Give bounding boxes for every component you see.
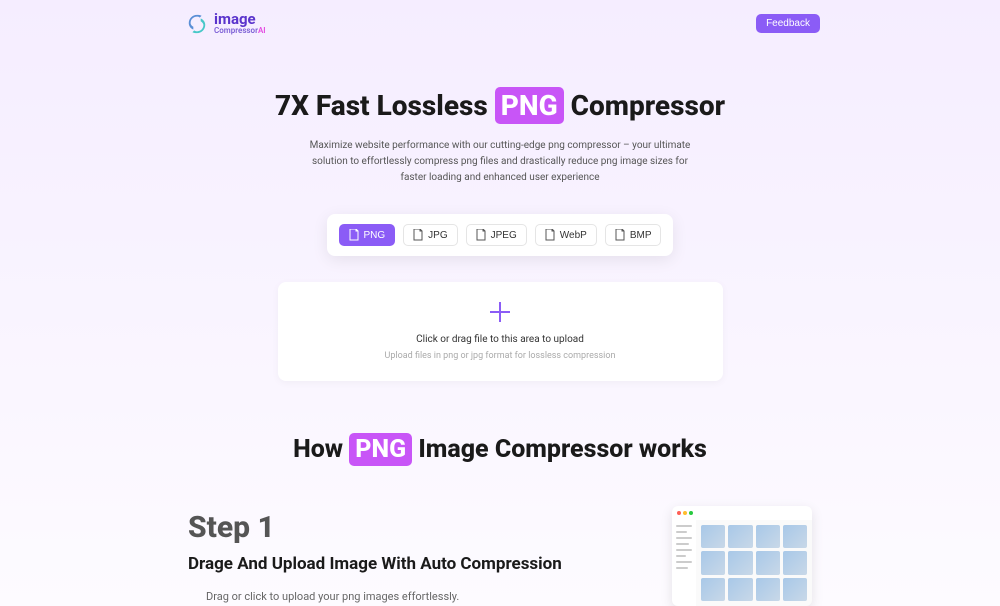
feedback-button[interactable]: Feedback xyxy=(756,14,820,33)
traffic-light-yellow xyxy=(683,511,687,515)
upload-area[interactable]: Click or drag file to this area to uploa… xyxy=(278,282,723,381)
step-1-text: Step 1 Drage And Upload Image With Auto … xyxy=(188,510,652,606)
hero-badge: PNG xyxy=(495,87,564,124)
hero-title: 7X Fast Lossless PNG Compressor xyxy=(180,87,820,124)
format-webp-button[interactable]: WebP xyxy=(535,224,597,246)
logo[interactable]: image CompressorAI xyxy=(186,12,266,35)
header: image CompressorAI Feedback xyxy=(0,0,1000,47)
format-selector: PNG JPG JPEG WebP BMP xyxy=(327,214,674,256)
main: 7X Fast Lossless PNG Compressor Maximize… xyxy=(180,87,820,606)
format-bmp-button[interactable]: BMP xyxy=(605,224,662,246)
file-icon xyxy=(615,229,625,241)
format-jpeg-button[interactable]: JPEG xyxy=(466,224,527,246)
logo-icon xyxy=(186,13,208,35)
how-badge: PNG xyxy=(349,433,412,466)
file-icon xyxy=(476,229,486,241)
file-icon xyxy=(349,229,359,241)
file-icon xyxy=(545,229,555,241)
step-1-number: Step 1 xyxy=(188,510,652,545)
step-1-section: Step 1 Drage And Upload Image With Auto … xyxy=(180,510,820,606)
step-1-title: Drage And Upload Image With Auto Compres… xyxy=(188,553,652,575)
logo-text: image CompressorAI xyxy=(214,12,266,35)
hero-description: Maximize website performance with our cu… xyxy=(300,138,700,186)
traffic-light-green xyxy=(689,511,693,515)
logo-subtitle: CompressorAI xyxy=(214,27,266,35)
mock-thumbnails xyxy=(696,520,812,606)
step-1-illustration xyxy=(672,506,812,606)
plus-icon xyxy=(488,300,512,324)
traffic-light-red xyxy=(677,511,681,515)
format-png-button[interactable]: PNG xyxy=(339,224,396,246)
upload-text: Click or drag file to this area to uploa… xyxy=(298,334,703,345)
format-jpg-button[interactable]: JPG xyxy=(403,224,457,246)
mock-titlebar xyxy=(672,506,812,520)
logo-title: image xyxy=(214,12,266,27)
mock-body xyxy=(672,520,812,606)
step-1-description: Drag or click to upload your png images … xyxy=(188,589,652,606)
mock-sidebar xyxy=(672,520,696,606)
how-title: How PNG Image Compressor works xyxy=(180,433,820,466)
file-icon xyxy=(413,229,423,241)
upload-hint: Upload files in png or jpg format for lo… xyxy=(298,351,703,361)
